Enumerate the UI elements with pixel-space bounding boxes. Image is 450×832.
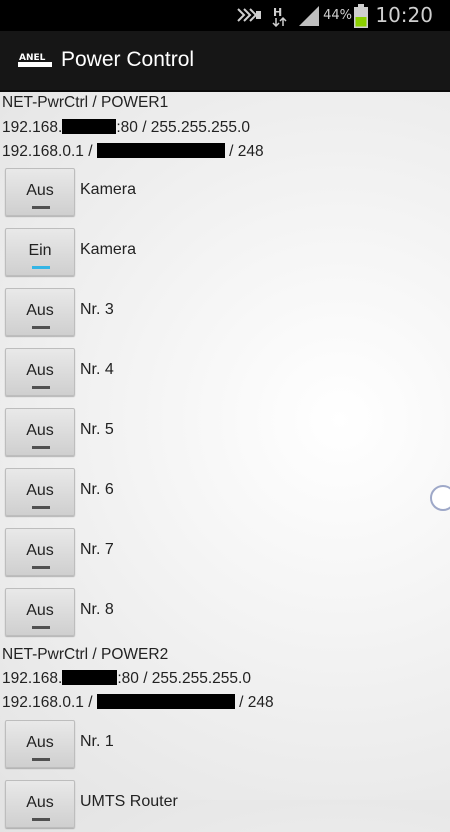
switch-label: Kamera	[80, 181, 137, 198]
switch-label: Nr. 3	[80, 301, 114, 318]
battery-percent: 44%	[323, 8, 352, 23]
toggle-button[interactable]: Aus	[5, 348, 75, 396]
switch-label: Nr. 1	[80, 733, 114, 750]
device-name-2: NET-PwrCtrl / POWER2	[2, 646, 169, 663]
device-name-1: NET-PwrCtrl / POWER1	[2, 94, 169, 111]
switch-row: Aus Nr. 7	[0, 528, 450, 580]
anel-logo-icon[interactable]: ANEL	[16, 51, 54, 69]
svg-text:H: H	[273, 6, 282, 19]
action-bar: ANEL Power Control	[0, 31, 450, 92]
redacted-block	[96, 143, 225, 158]
switch-row: Aus Nr. 4	[0, 348, 450, 400]
switch-label: Nr. 5	[80, 421, 114, 438]
switch-label: Nr. 4	[80, 361, 114, 378]
app-title: Power Control	[61, 48, 195, 71]
ip-address-2: 192.168.:80 / 255.255.255.0	[2, 670, 251, 687]
toggle-button[interactable]: Aus	[5, 468, 75, 516]
toggle-button[interactable]: Aus	[5, 528, 75, 576]
redacted-block	[62, 119, 117, 134]
switch-label: UMTS Router	[80, 793, 178, 810]
ip-address-1: 192.168.:80 / 255.255.255.0	[2, 119, 250, 136]
switch-row: Aus Nr. 6	[0, 468, 450, 520]
switch-row: Aus UMTS Router	[0, 780, 450, 832]
switch-row: Aus Nr. 8	[0, 588, 450, 640]
switch-row: Aus Nr. 5	[0, 408, 450, 460]
switch-row: Aus Nr. 1	[0, 720, 450, 772]
usb-debug-icon	[237, 8, 261, 22]
device-list[interactable]: NET-PwrCtrl / POWER1 192.168.:80 / 255.2…	[0, 92, 450, 828]
toggle-button[interactable]: Aus	[5, 168, 75, 216]
gateway-1: 192.168.0.1 / / 248	[2, 143, 264, 160]
redacted-block	[96, 694, 235, 709]
h-data-icon: H	[272, 6, 287, 27]
toggle-button[interactable]: Aus	[5, 588, 75, 636]
switch-row: Aus Kamera	[0, 168, 450, 220]
switch-row: Aus Nr. 3	[0, 288, 450, 340]
fast-scroll-handle[interactable]	[430, 485, 450, 511]
signal-icon	[299, 6, 319, 26]
toggle-button[interactable]: Aus	[5, 780, 75, 828]
switch-label: Nr. 6	[80, 481, 114, 498]
redacted-block	[62, 670, 118, 685]
gateway-2: 192.168.0.1 / / 248	[2, 694, 274, 711]
toggle-button[interactable]: Aus	[5, 408, 75, 456]
svg-text:ANEL: ANEL	[19, 53, 46, 63]
toggle-button[interactable]: Aus	[5, 720, 75, 768]
switch-label: Nr. 8	[80, 601, 114, 618]
toggle-button[interactable]: Ein	[5, 228, 75, 276]
status-bar: H 44% 10:20	[0, 0, 450, 31]
toggle-button[interactable]: Aus	[5, 288, 75, 336]
battery-icon	[354, 4, 368, 28]
switch-label: Kamera	[80, 241, 137, 258]
switch-label: Nr. 7	[80, 541, 114, 558]
switch-row: Ein Kamera	[0, 228, 450, 280]
clock: 10:20	[375, 3, 433, 27]
